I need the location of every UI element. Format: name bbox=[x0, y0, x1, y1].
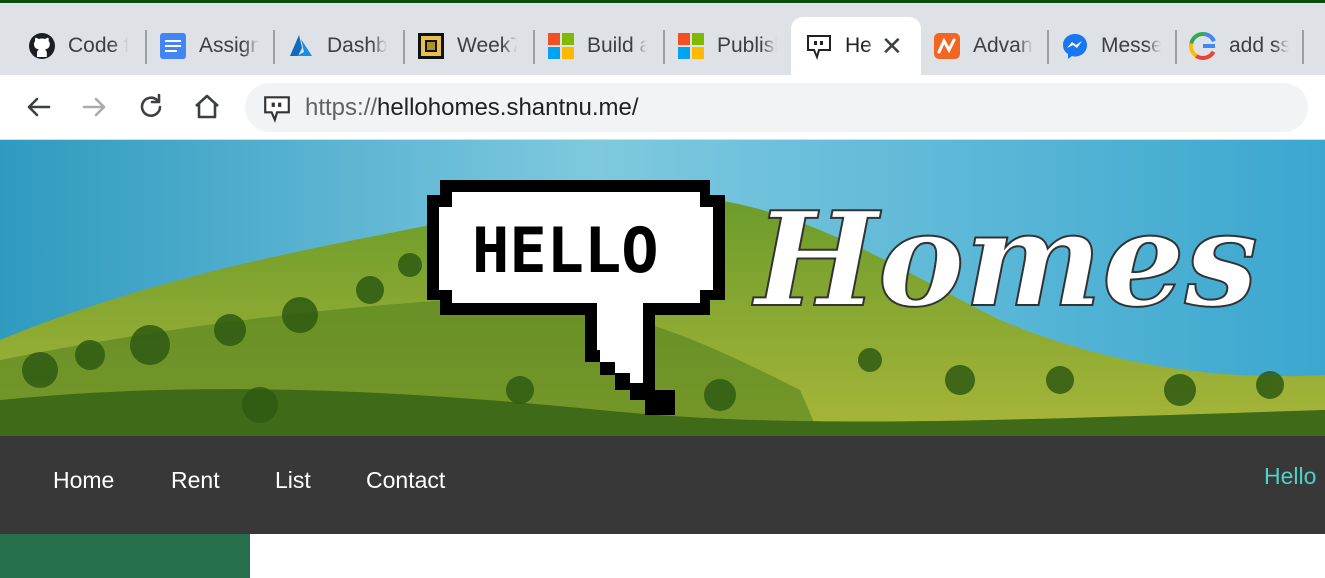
main-navbar: Home Rent List Contact Hello bbox=[0, 436, 1325, 534]
speech-bubble-icon bbox=[807, 35, 831, 60]
user-greeting: Hello bbox=[1264, 463, 1317, 489]
tab-strip: Code f Assign Dashb Week7 Build a Publis… bbox=[0, 3, 1325, 75]
tab-label: Publish bbox=[717, 34, 777, 57]
back-arrow-icon[interactable] bbox=[22, 91, 54, 123]
tab-label: Assign bbox=[199, 34, 259, 57]
microsoft-icon bbox=[548, 33, 574, 59]
url-scheme: https:// bbox=[305, 94, 378, 121]
close-tab-icon[interactable]: ✕ bbox=[881, 31, 903, 62]
azure-icon bbox=[290, 35, 312, 56]
reload-icon[interactable] bbox=[135, 91, 167, 123]
address-bar[interactable]: https://hellohomes.shantnu.me/ bbox=[245, 83, 1308, 132]
tab-label: Code f bbox=[68, 34, 128, 57]
microsoft-icon bbox=[678, 33, 704, 59]
nav-rent-link[interactable]: Rent bbox=[171, 467, 220, 494]
browser-toolbar: https://hellohomes.shantnu.me/ bbox=[0, 75, 1325, 140]
landscape-background-image: HELLO Homes bbox=[0, 140, 1325, 436]
logo-homes-text: Homes bbox=[751, 183, 1258, 336]
logo-hello-text: HELLO bbox=[472, 214, 659, 287]
tab-build[interactable]: Build a bbox=[533, 17, 663, 75]
tab-label: Advan bbox=[973, 34, 1033, 57]
github-icon bbox=[29, 33, 55, 59]
tab-google-search[interactable]: add ss bbox=[1175, 17, 1303, 75]
tab-label: Build a bbox=[587, 34, 647, 57]
tab-assign[interactable]: Assign bbox=[145, 17, 275, 75]
tab-messenger[interactable]: Messe bbox=[1047, 17, 1177, 75]
site-favicon-icon bbox=[264, 96, 290, 123]
nav-contact-link[interactable]: Contact bbox=[366, 467, 445, 494]
tab-label: He bbox=[845, 34, 872, 57]
messenger-icon bbox=[1063, 34, 1087, 59]
tab-hellohomes-active[interactable]: He ✕ bbox=[791, 17, 921, 75]
hero-banner: HELLO Homes bbox=[0, 140, 1325, 436]
nav-home-link[interactable]: Home bbox=[53, 467, 114, 494]
tab-publish[interactable]: Publish bbox=[663, 17, 789, 75]
tab-code[interactable]: Code f bbox=[14, 17, 146, 75]
google-docs-icon bbox=[160, 33, 186, 59]
tab-separator bbox=[1302, 30, 1304, 64]
tab-week7[interactable]: Week7 bbox=[403, 17, 533, 75]
google-icon bbox=[1189, 32, 1217, 60]
tab-label: add ss bbox=[1229, 34, 1289, 57]
url-text[interactable]: https://hellohomes.shantnu.me/ bbox=[305, 94, 639, 122]
sidebar-panel bbox=[0, 534, 250, 578]
forward-arrow-icon[interactable] bbox=[79, 91, 111, 123]
url-host: hellohomes.shantnu.me/ bbox=[377, 94, 639, 121]
n-logo-icon bbox=[934, 33, 960, 59]
nav-list-link[interactable]: List bbox=[275, 467, 311, 494]
chip-icon bbox=[418, 33, 444, 59]
tab-label: Week7 bbox=[457, 34, 517, 57]
tab-label: Dashb bbox=[327, 34, 387, 57]
home-icon[interactable] bbox=[191, 91, 223, 123]
tab-label: Messe bbox=[1101, 34, 1161, 57]
tab-dashboard[interactable]: Dashb bbox=[273, 17, 403, 75]
tab-advanced[interactable]: Advan bbox=[919, 17, 1049, 75]
